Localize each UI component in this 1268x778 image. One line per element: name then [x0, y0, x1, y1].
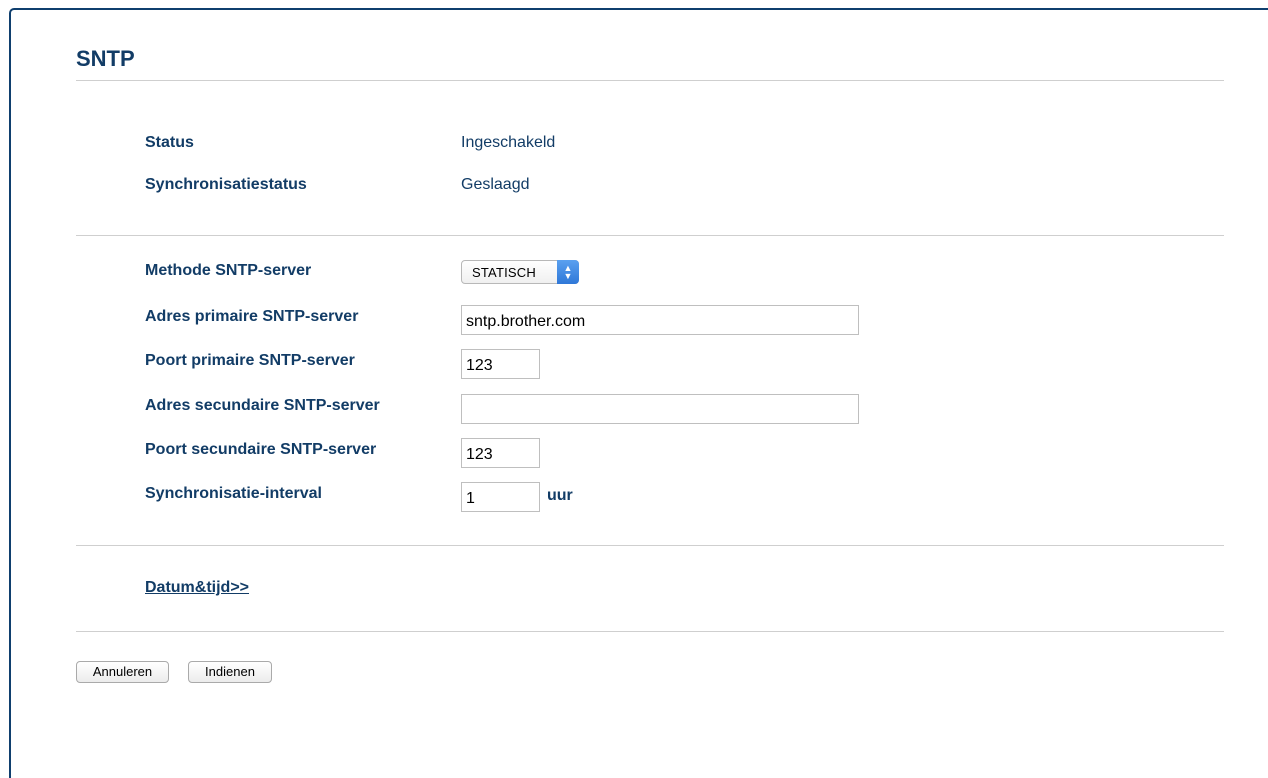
primary-port-label: Poort primaire SNTP-server — [145, 352, 355, 369]
title-divider — [76, 80, 1224, 81]
cancel-button[interactable]: Annuleren — [76, 661, 169, 683]
method-label: Methode SNTP-server — [145, 262, 312, 279]
primary-address-input[interactable]: sntp.brother.com — [461, 305, 859, 335]
method-select-value: STATISCH — [472, 265, 536, 280]
method-select[interactable]: STATISCH ▲ ▼ — [461, 260, 579, 284]
page-title: SNTP — [76, 46, 135, 71]
chevron-up-down-icon: ▲ ▼ — [557, 260, 579, 284]
submit-button[interactable]: Indienen — [188, 661, 272, 683]
secondary-address-label: Adres secundaire SNTP-server — [145, 397, 380, 414]
section-divider — [76, 235, 1224, 236]
primary-port-input[interactable]: 123 — [461, 349, 540, 379]
secondary-port-input[interactable]: 123 — [461, 438, 540, 468]
interval-unit: uur — [547, 487, 573, 504]
primary-address-label: Adres primaire SNTP-server — [145, 308, 359, 325]
interval-label: Synchronisatie-interval — [145, 485, 322, 502]
sync-status-value: Geslaagd — [461, 176, 530, 193]
status-label: Status — [145, 134, 194, 151]
section-divider — [76, 631, 1224, 632]
status-value: Ingeschakeld — [461, 134, 556, 151]
date-time-link[interactable]: Datum&tijd>> — [145, 578, 249, 598]
sync-status-label: Synchronisatiestatus — [145, 176, 307, 193]
secondary-port-label: Poort secundaire SNTP-server — [145, 441, 377, 458]
interval-input[interactable]: 1 — [461, 482, 540, 512]
secondary-address-input[interactable] — [461, 394, 859, 424]
section-divider — [76, 545, 1224, 546]
